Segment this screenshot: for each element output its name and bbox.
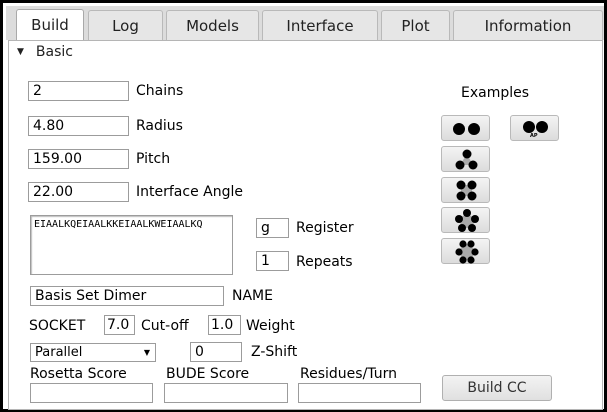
pitch-input[interactable]: 159.00 bbox=[28, 149, 129, 169]
pentamer-icon bbox=[455, 209, 479, 232]
caret-down-icon: ▼ bbox=[17, 47, 24, 57]
chains-label: Chains bbox=[136, 83, 184, 99]
socket-label: SOCKET bbox=[29, 318, 86, 334]
residues-turn-label: Residues/Turn bbox=[300, 366, 397, 382]
ap-badge: AP bbox=[530, 133, 538, 139]
z-shift-input[interactable]: 0 bbox=[190, 342, 242, 362]
pitch-label: Pitch bbox=[136, 151, 171, 167]
dimer-example-button[interactable] bbox=[441, 115, 490, 141]
name-label: NAME bbox=[232, 288, 273, 304]
register-input[interactable]: g bbox=[256, 218, 289, 238]
socket-cutoff-label: Cut-off bbox=[141, 318, 189, 334]
repeats-label: Repeats bbox=[296, 254, 353, 270]
orientation-value: Parallel bbox=[35, 345, 83, 360]
tab-plot[interactable]: Plot bbox=[381, 10, 450, 42]
bude-score-field bbox=[164, 383, 288, 403]
tab-information[interactable]: Information bbox=[453, 10, 603, 42]
build-panel: ▼ Basic 2 Chains 4.80 Radius 159.00 Pitch… bbox=[8, 40, 603, 410]
tab-log[interactable]: Log bbox=[88, 10, 163, 42]
section-basic-toggle[interactable]: ▼ Basic bbox=[17, 44, 73, 60]
examples-title: Examples bbox=[461, 85, 530, 101]
socket-cutoff-input[interactable]: 7.0 bbox=[104, 315, 135, 335]
socket-weight-input[interactable]: 1.0 bbox=[208, 315, 241, 335]
section-title: Basic bbox=[35, 44, 73, 60]
repeats-input[interactable]: 1 bbox=[256, 251, 289, 271]
tab-models[interactable]: Models bbox=[166, 10, 259, 42]
antiparallel-dimer-example-button[interactable]: AP bbox=[510, 115, 559, 141]
pentamer-example-button[interactable] bbox=[441, 207, 490, 233]
tab-interface[interactable]: Interface bbox=[262, 10, 378, 42]
interface-angle-label: Interface Angle bbox=[136, 184, 243, 200]
hexamer-icon bbox=[455, 240, 479, 264]
dimer-icon bbox=[453, 123, 480, 135]
dropdown-arrow-icon: ▼ bbox=[143, 348, 150, 357]
tetramer-icon bbox=[456, 180, 477, 201]
radius-label: Radius bbox=[136, 118, 183, 134]
rosetta-score-field bbox=[30, 383, 153, 403]
tetramer-example-button[interactable] bbox=[441, 177, 490, 203]
socket-weight-label: Weight bbox=[246, 318, 295, 334]
z-shift-label: Z-Shift bbox=[251, 344, 298, 360]
register-label: Register bbox=[296, 220, 354, 236]
name-input[interactable]: Basis Set Dimer bbox=[30, 286, 224, 306]
radius-input[interactable]: 4.80 bbox=[28, 116, 129, 136]
rosetta-score-label: Rosetta Score bbox=[30, 366, 127, 382]
bude-score-label: BUDE Score bbox=[166, 366, 250, 382]
app-window: Build Log Models Interface Plot Informat… bbox=[0, 0, 607, 412]
trimer-icon bbox=[455, 149, 478, 170]
orientation-select[interactable]: Parallel ▼ bbox=[30, 343, 156, 362]
hexamer-example-button[interactable] bbox=[441, 238, 490, 264]
tab-bar: Build Log Models Interface Plot Informat… bbox=[6, 6, 604, 44]
trimer-example-button[interactable] bbox=[441, 146, 490, 172]
residues-turn-field bbox=[298, 383, 421, 403]
tab-build[interactable]: Build bbox=[16, 9, 84, 44]
chains-input[interactable]: 2 bbox=[28, 81, 129, 101]
sequence-textarea[interactable]: EIAALKQEIAALKKEIAALKWEIAALKQ bbox=[30, 215, 233, 275]
build-cc-button[interactable]: Build CC bbox=[442, 375, 552, 401]
interface-angle-input[interactable]: 22.00 bbox=[28, 182, 129, 202]
